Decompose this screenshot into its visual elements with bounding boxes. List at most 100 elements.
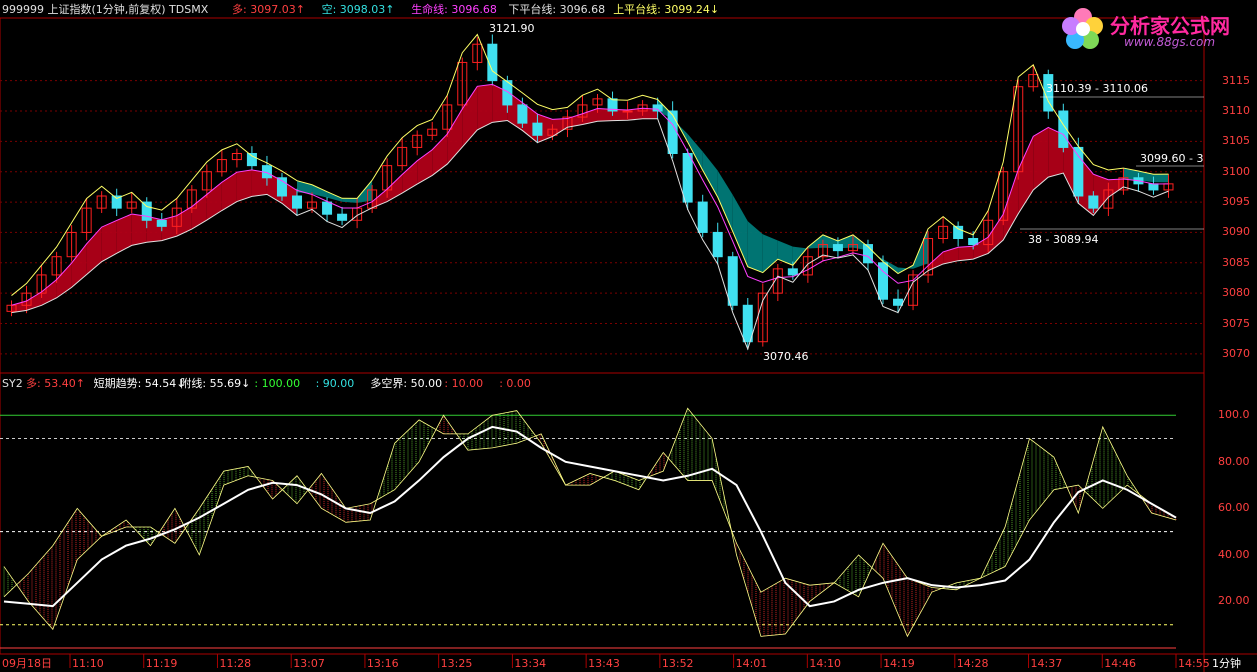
- candle-body: [156, 219, 167, 227]
- osc-header-item: 附线: 55.69↓: [180, 377, 251, 390]
- price-tick-label: 3080: [1222, 286, 1250, 300]
- osc-line-trend: [3, 425, 1177, 608]
- time-tick-label: 11:19: [145, 657, 178, 670]
- cloud-segment: [732, 194, 748, 267]
- header-item: 多: 3097.03↑: [232, 3, 305, 16]
- osc-header-item: 多空界: 50.00: [370, 377, 443, 390]
- osc-line-duo: [3, 407, 1177, 638]
- logo-url: www.88gs.com: [1124, 35, 1216, 49]
- time-tick-label: 13:52: [661, 657, 694, 670]
- time-tick-label: 13:25: [440, 657, 473, 670]
- period-label[interactable]: 1分钟: [1212, 657, 1241, 670]
- cloud-segment: [1003, 169, 1019, 241]
- osc-tick-label: 80.00: [1218, 454, 1250, 468]
- logo: 分析家公式网 www.88gs.com: [1058, 4, 1254, 54]
- osc-header-item: 多: 53.40↑: [26, 377, 85, 390]
- candle-body: [787, 268, 798, 276]
- cloud-segment: [191, 194, 207, 230]
- time-tick-label: 14:10: [809, 657, 842, 670]
- price-tick-label: 3100: [1222, 164, 1250, 178]
- candle-body: [322, 201, 333, 215]
- header-item: 下平台线: 3096.68: [508, 3, 606, 16]
- osc-lines: [3, 407, 1177, 638]
- high-label: 3121.90: [489, 22, 535, 35]
- candle-body: [622, 110, 633, 113]
- price-tick-label: 3115: [1222, 73, 1250, 87]
- axes: [0, 653, 1257, 668]
- cloud-segment: [552, 118, 568, 137]
- candle-body: [532, 122, 543, 136]
- candle-body: [968, 238, 979, 246]
- header-item: 上平台线: 3099.24↓: [613, 3, 720, 16]
- time-tick-label: 11:28: [219, 657, 252, 670]
- cloud-segment: [1033, 127, 1049, 191]
- osc-header-item: : 100.00: [254, 377, 301, 390]
- osc-tick-label: 60.00: [1218, 501, 1250, 515]
- cloud-segment: [1093, 174, 1109, 216]
- price-tick-label: 3110: [1222, 104, 1250, 117]
- time-tick-label: 14:01: [735, 657, 768, 670]
- candle-body: [517, 104, 528, 124]
- price-tick-label: 3070: [1222, 346, 1250, 360]
- osc-header-item: : 10.00: [444, 377, 484, 390]
- cloud-segment: [86, 227, 102, 275]
- price-tick-label: 3075: [1222, 316, 1250, 330]
- osc-tick-label: 100.0: [1218, 408, 1250, 422]
- candle-body: [712, 231, 723, 258]
- price-tick-label: 3105: [1222, 134, 1250, 148]
- lower-range-label: 38 - 3089.94: [1028, 233, 1099, 246]
- osc-name: SY2: [2, 377, 23, 390]
- time-tick-label: 13:16: [366, 657, 399, 670]
- cloud-segment: [958, 246, 974, 261]
- time-tick-label: 09月18日: [2, 657, 52, 670]
- right-range-label: 3099.60 - 3: [1140, 152, 1204, 165]
- time-tick-label: 13:34: [514, 657, 547, 670]
- osc-header-item: 短期趋势: 54.54↓: [93, 377, 186, 390]
- cloud-segment: [1153, 174, 1169, 183]
- cloud-segment: [747, 221, 763, 273]
- osc-header-item: : 0.00: [499, 377, 531, 390]
- candle-body: [893, 298, 904, 306]
- time-tick-label: 13:43: [588, 657, 620, 670]
- cloud-segment: [762, 234, 778, 273]
- time-tick-label: 11:10: [72, 657, 104, 670]
- cloud-segment: [777, 240, 793, 266]
- osc-tick-label: 40.00: [1218, 547, 1250, 561]
- candle-body: [1088, 195, 1099, 209]
- time-tick-label: 14:28: [956, 657, 989, 670]
- upper-platform-line: [11, 33, 1169, 296]
- osc-line-fuxian: [3, 414, 1177, 598]
- osc-header-item: : 90.00: [315, 377, 355, 390]
- flower-logo-icon: [1062, 8, 1103, 49]
- time-tick-label: 14:19: [883, 657, 915, 670]
- cloud-segment: [221, 172, 237, 211]
- candle-body: [1073, 146, 1084, 197]
- price-tick-label: 3085: [1222, 255, 1250, 269]
- candle-body: [682, 153, 693, 203]
- header-item: 生命线: 3096.68: [411, 3, 497, 16]
- price-clouds: [11, 84, 1169, 313]
- upper-range-label: 3110.39 - 3110.06: [1046, 82, 1148, 95]
- low-label: 3070.46: [763, 350, 809, 363]
- candle-body: [667, 110, 678, 154]
- osc-hatch: [3, 408, 1177, 637]
- candle-body: [337, 213, 348, 221]
- candle-body: [727, 256, 738, 306]
- candle-body: [697, 201, 708, 233]
- candle-body: [1148, 183, 1159, 191]
- candle-body: [141, 201, 152, 221]
- candle-body: [742, 304, 753, 343]
- time-tick-label: 13:07: [293, 657, 325, 670]
- chart-canvas: [0, 17, 1257, 672]
- header-item: 空: 3098.03↑: [321, 3, 395, 16]
- price-tick-label: 3095: [1222, 195, 1250, 209]
- chart-title: 999999 上证指数(1分钟,前复权) TDSMX: [2, 3, 209, 16]
- candle-body: [832, 244, 843, 252]
- price-tick-label: 3090: [1222, 225, 1250, 239]
- candle-body: [291, 195, 303, 209]
- osc-tick-label: 20.00: [1218, 594, 1250, 608]
- candle-body: [652, 104, 663, 112]
- cloud-segment: [342, 198, 358, 203]
- time-tick-label: 14:46: [1104, 657, 1136, 670]
- time-tick-label: 14:37: [1030, 657, 1063, 670]
